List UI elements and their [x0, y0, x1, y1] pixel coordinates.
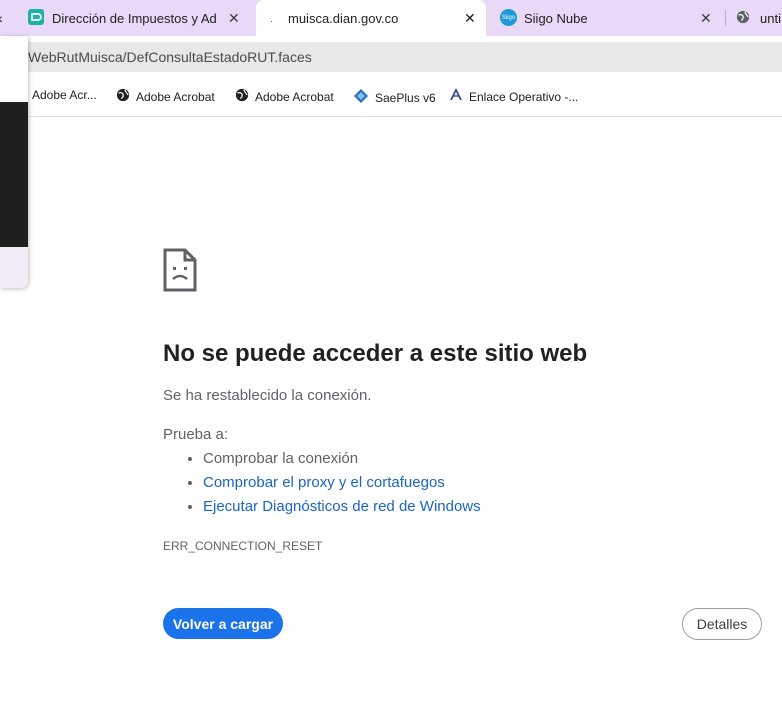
address-bar[interactable]: WebRutMuisca/DefConsultaEstadoRUT.faces [0, 42, 782, 72]
chevron-left-icon: ‹ [0, 10, 3, 26]
bookmark-label: Adobe Acrobat [136, 89, 215, 104]
url-text: WebRutMuisca/DefConsultaEstadoRUT.faces [28, 49, 312, 65]
suggestion-link[interactable]: Ejecutar Diagnósticos de red de Windows [203, 498, 481, 515]
try-label: Prueba a: [163, 426, 229, 443]
suggestion-link[interactable]: Comprobar el proxy y el cortafuegos [203, 474, 445, 491]
suggestion-check-connection: Comprobar la conexión [203, 450, 481, 474]
bookmark-adobe-acr[interactable]: Adobe Acr... [32, 88, 97, 102]
reload-button[interactable]: Volver a cargar [163, 608, 283, 639]
bookmark-enlace-operativo[interactable]: Enlace Operativo -... [449, 87, 579, 105]
sad-page-icon [163, 248, 197, 292]
close-icon[interactable]: ✕ [700, 10, 712, 27]
error-code: ERR_CONNECTION_RESET [163, 539, 323, 553]
globe-icon [736, 10, 750, 27]
dian-icon [28, 9, 44, 25]
enlace-icon [449, 87, 463, 105]
globe-icon [235, 88, 249, 105]
suggestion-run-diagnostics[interactable]: Ejecutar Diagnósticos de red de Windows [203, 498, 481, 522]
toolbar: WebRutMuisca/DefConsultaEstadoRUT.faces [0, 36, 782, 76]
bookmark-adobe-acrobat-2[interactable]: Adobe Acrobat [235, 88, 334, 105]
bookmark-label: Enlace Operativo -... [469, 89, 579, 104]
tab-separator [725, 10, 726, 26]
saeplus-icon [353, 88, 369, 107]
tab-scroll-left[interactable]: ‹ [0, 0, 20, 36]
error-heading: No se puede acceder a este sitio web [163, 340, 588, 367]
tab-title: Dirección de Impuestos y Adua [52, 10, 216, 26]
bookmark-label: SaePlus v6 [375, 90, 436, 105]
suggestions-list: Comprobar la conexión Comprobar el proxy… [163, 450, 481, 522]
tab-title: muisca.dian.gov.co [288, 10, 399, 26]
tab-unti[interactable]: unti [728, 0, 782, 36]
bookmark-label: Adobe Acr... [32, 88, 97, 102]
preview-image [0, 102, 28, 247]
bookmark-saeplus[interactable]: SaePlus v6 [353, 88, 436, 107]
close-icon[interactable]: ✕ [464, 10, 476, 27]
tab-title: unti [760, 10, 781, 26]
tab-preview-card[interactable] [0, 36, 28, 288]
details-button[interactable]: Detalles [682, 608, 762, 640]
tab-siigo[interactable]: Siigo Siigo Nube ✕ [490, 0, 722, 36]
bookmark-label: Adobe Acrobat [255, 89, 334, 104]
globe-icon [116, 88, 130, 105]
bookmark-adobe-acrobat-1[interactable]: Adobe Acrobat [116, 88, 215, 105]
siigo-icon: Siigo [500, 9, 517, 26]
loading-icon: . [270, 14, 273, 25]
error-subtext: Se ha restablecido la conexión. [163, 387, 372, 404]
suggestion-text: Comprobar la conexión [203, 450, 359, 467]
tab-dian[interactable]: Dirección de Impuestos y Adua ✕ [20, 0, 252, 36]
close-icon[interactable]: ✕ [228, 10, 240, 27]
tab-title: Siigo Nube [524, 10, 588, 26]
preview-footer [0, 247, 28, 288]
bookmarks-bar: Adobe Acr... Adobe Acrobat Adobe Acrobat… [0, 76, 782, 117]
tab-muisca[interactable]: . muisca.dian.gov.co ✕ [256, 0, 486, 36]
tab-strip: ‹ Dirección de Impuestos y Adua ✕ . muis… [0, 0, 782, 36]
suggestion-check-proxy[interactable]: Comprobar el proxy y el cortafuegos [203, 474, 481, 498]
